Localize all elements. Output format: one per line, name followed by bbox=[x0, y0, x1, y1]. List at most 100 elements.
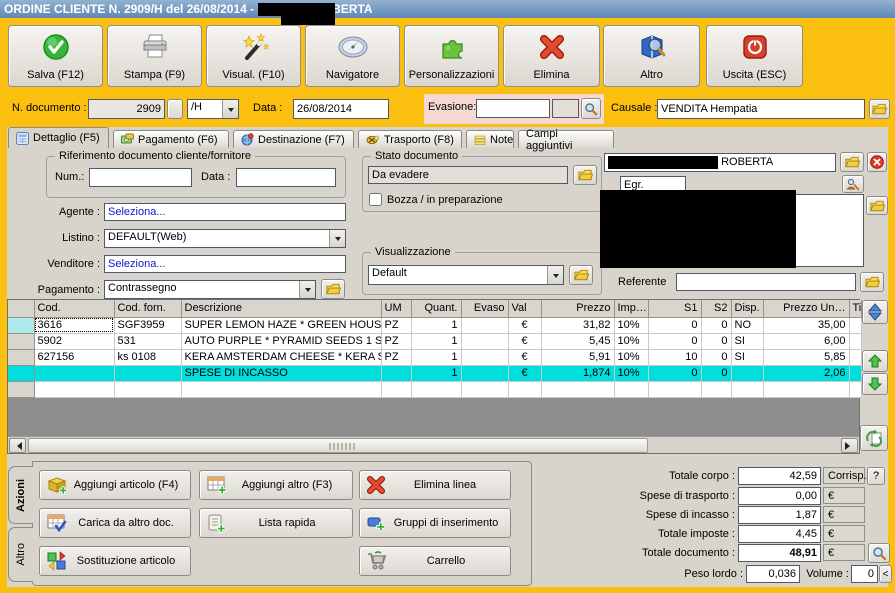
col-cod[interactable]: Cod. bbox=[34, 300, 115, 318]
series-dropdown[interactable]: /H bbox=[187, 99, 239, 119]
chevron-down-icon[interactable] bbox=[222, 100, 238, 118]
referente-input[interactable] bbox=[676, 273, 856, 291]
tab-dettaglio[interactable]: Dettaglio (F5) bbox=[8, 127, 109, 148]
col-evaso[interactable]: Evaso bbox=[461, 300, 509, 318]
cliente-remove-button[interactable] bbox=[867, 152, 887, 172]
tab-altro[interactable]: Altro bbox=[8, 527, 33, 582]
stato-folder-button[interactable] bbox=[573, 165, 597, 185]
refresh-grid-button[interactable] bbox=[860, 425, 888, 451]
carica-da-altro-doc-button[interactable]: Carica da altro doc. bbox=[39, 508, 191, 538]
col-quant[interactable]: Quant. bbox=[411, 300, 462, 318]
row-selector[interactable] bbox=[8, 333, 35, 350]
peso-lordo-input[interactable] bbox=[746, 565, 800, 583]
horizontal-scrollbar[interactable] bbox=[8, 436, 859, 453]
volume-input[interactable] bbox=[851, 565, 878, 583]
evasione-input[interactable] bbox=[476, 99, 550, 118]
row-move-button[interactable] bbox=[862, 300, 888, 324]
rif-data-input[interactable] bbox=[236, 168, 336, 187]
totale-zoom-button[interactable] bbox=[868, 543, 890, 563]
col-tipo[interactable]: Tipo bbox=[849, 300, 862, 318]
table-row[interactable]: 627156 ks 0108 KERA AMSTERDAM CHEESE * K… bbox=[8, 349, 862, 366]
table-row[interactable]: 5902 531 AUTO PURPLE * PYRAMID SEEDS 1 S… bbox=[8, 333, 862, 350]
save-button[interactable]: Salva (F12) bbox=[8, 25, 103, 87]
aggiungi-altro-button[interactable]: Aggiungi altro (F3) bbox=[199, 470, 353, 500]
col-prezzo[interactable]: Prezzo bbox=[541, 300, 615, 318]
save-check-icon bbox=[41, 32, 71, 62]
customizations-button[interactable]: Personalizzazioni bbox=[404, 25, 499, 87]
tab-campi-aggiuntivi[interactable]: Campi aggiuntivi bbox=[518, 128, 614, 152]
data-label: Data : bbox=[253, 102, 283, 114]
tab-destinazione[interactable]: Destinazione (F7) bbox=[233, 130, 354, 148]
blue-double-arrow-icon bbox=[867, 303, 883, 321]
row-selector[interactable] bbox=[8, 317, 35, 334]
gruppi-di-inserimento-button[interactable]: Gruppi di inserimento bbox=[359, 508, 511, 538]
col-prezzo-un[interactable]: Prezzo Un… bbox=[763, 300, 850, 318]
n-documento-input[interactable] bbox=[88, 99, 165, 119]
row-selector[interactable] bbox=[8, 349, 35, 366]
indirizzo-folder-button[interactable] bbox=[866, 196, 888, 215]
carrello-button[interactable]: Carrello bbox=[359, 546, 511, 576]
table-row-selected[interactable]: SPESE DI INCASSO 1 € 1,874 10% 0 0 2,06 bbox=[8, 365, 862, 382]
table-row[interactable]: 3616 SGF3959 SUPER LEMON HAZE * GREEN HO… bbox=[8, 317, 862, 334]
tab-note[interactable]: Note bbox=[466, 130, 514, 148]
cliente-field[interactable]: ROBERTA bbox=[604, 153, 836, 172]
contact-search-button[interactable] bbox=[842, 175, 864, 193]
group-add-icon bbox=[366, 512, 388, 534]
col-um[interactable]: UM bbox=[381, 300, 412, 318]
evasione-search-button[interactable] bbox=[581, 98, 601, 119]
chevron-down-icon[interactable] bbox=[329, 230, 345, 247]
listino-dropdown[interactable]: DEFAULT(Web) bbox=[104, 229, 346, 248]
chevron-down-icon[interactable] bbox=[299, 281, 315, 298]
causale-folder-button[interactable] bbox=[869, 99, 890, 119]
more-button[interactable]: Altro bbox=[603, 25, 700, 87]
scroll-right-button[interactable] bbox=[841, 438, 858, 453]
tab-trasporto[interactable]: Trasporto (F8) bbox=[358, 130, 462, 148]
visualizzazione-folder-button[interactable] bbox=[569, 265, 593, 285]
preview-button[interactable]: Visual. (F10) bbox=[206, 25, 301, 87]
corrisp-box[interactable]: Corrisp. bbox=[823, 467, 867, 484]
sostituzione-articolo-button[interactable]: Sostituzione articolo bbox=[39, 546, 191, 576]
causale-input[interactable] bbox=[657, 99, 865, 119]
bozza-checkbox[interactable] bbox=[369, 193, 382, 206]
scrollbar-thumb[interactable] bbox=[28, 438, 648, 453]
row-selector[interactable] bbox=[8, 365, 35, 382]
spese-incasso-input[interactable] bbox=[738, 506, 821, 524]
pagamento-folder-button[interactable] bbox=[321, 279, 345, 299]
riferimento-groupbox: Riferimento documento cliente/fornitore … bbox=[46, 150, 346, 198]
data-input[interactable] bbox=[293, 99, 389, 119]
col-s1[interactable]: S1 bbox=[648, 300, 702, 318]
visualizzazione-dropdown[interactable]: Default bbox=[368, 265, 564, 285]
col-cod-forn[interactable]: Cod. forn. bbox=[114, 300, 182, 318]
volume-back-button[interactable]: < bbox=[879, 565, 892, 583]
help-button[interactable]: ? bbox=[867, 467, 885, 485]
col-disp[interactable]: Disp. bbox=[731, 300, 764, 318]
tab-pagamento[interactable]: Pagamento (F6) bbox=[113, 130, 229, 148]
lista-rapida-button[interactable]: Lista rapida bbox=[199, 508, 353, 538]
chevron-down-icon[interactable] bbox=[547, 266, 563, 284]
pagamento-dropdown[interactable]: Contrassegno bbox=[104, 280, 316, 299]
delete-button[interactable]: Elimina bbox=[503, 25, 600, 87]
col-imp[interactable]: Imp… bbox=[614, 300, 649, 318]
tab-azioni[interactable]: Azioni bbox=[8, 466, 33, 524]
col-s2[interactable]: S2 bbox=[701, 300, 732, 318]
navigator-button[interactable]: Navigatore bbox=[305, 25, 400, 87]
col-val[interactable]: Val bbox=[508, 300, 542, 318]
print-button[interactable]: Stampa (F9) bbox=[107, 25, 202, 87]
venditore-input[interactable] bbox=[104, 255, 346, 273]
scroll-left-button[interactable] bbox=[9, 438, 26, 453]
col-descrizione[interactable]: Descrizione bbox=[181, 300, 382, 318]
row-selector[interactable] bbox=[8, 381, 35, 398]
aggiungi-articolo-button[interactable]: Aggiungi articolo (F4) bbox=[39, 470, 191, 500]
cliente-folder-button[interactable] bbox=[840, 152, 864, 172]
num-input[interactable] bbox=[89, 168, 192, 187]
row-up-button[interactable] bbox=[862, 350, 888, 372]
agente-input[interactable] bbox=[104, 203, 346, 221]
elimina-linea-button[interactable]: Elimina linea bbox=[359, 470, 511, 500]
spese-trasporto-input[interactable] bbox=[738, 487, 821, 505]
row-down-button[interactable] bbox=[862, 373, 888, 395]
exit-button[interactable]: Uscita (ESC) bbox=[706, 25, 803, 87]
table-row-empty[interactable] bbox=[8, 381, 862, 398]
num-label: Num.: bbox=[55, 171, 85, 183]
referente-folder-button[interactable] bbox=[860, 272, 884, 292]
n-documento-more-button[interactable] bbox=[167, 99, 183, 119]
